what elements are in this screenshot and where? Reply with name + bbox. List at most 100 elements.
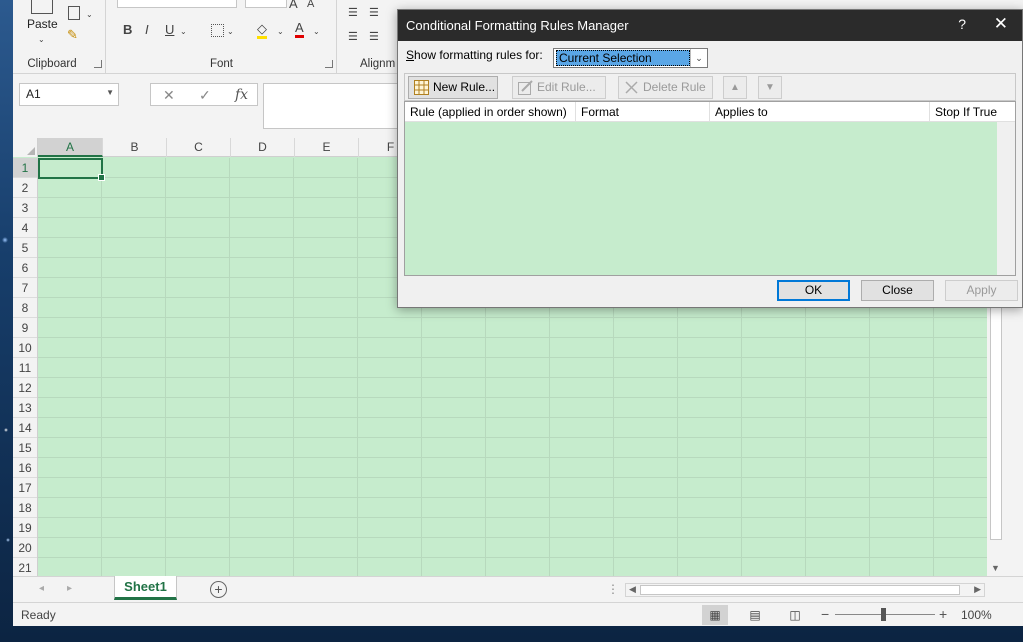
paste-dropdown-icon[interactable]: ⌄ [38, 33, 45, 47]
active-cell[interactable] [38, 158, 105, 181]
paste-icon[interactable] [31, 0, 53, 14]
row-header[interactable]: 19 [13, 518, 37, 538]
row-header[interactable]: 21 [13, 558, 37, 576]
row-header[interactable]: 18 [13, 498, 37, 518]
ok-button[interactable]: OK [777, 280, 850, 301]
add-sheet-icon[interactable]: + [210, 581, 227, 598]
align-center-icon[interactable]: ☰ [369, 30, 379, 44]
scroll-left-icon[interactable]: ◀ [629, 584, 636, 595]
enter-icon[interactable]: ✓ [199, 87, 211, 104]
horizontal-scrollbar[interactable]: ◀ ▶ [625, 583, 985, 597]
new-rule-button[interactable]: New Rule... [408, 76, 498, 99]
column-header-a[interactable]: A [38, 138, 103, 157]
column-header-c[interactable]: C [167, 138, 231, 157]
row-header[interactable]: 2 [13, 178, 37, 198]
scroll-right-icon[interactable]: ▶ [974, 584, 981, 595]
paste-label[interactable]: Paste [27, 17, 58, 31]
fill-dropdown-icon[interactable]: ⌄ [277, 25, 284, 39]
align-middle-icon[interactable]: ☰ [369, 6, 379, 20]
row-header[interactable]: 15 [13, 438, 37, 458]
row-header[interactable]: 12 [13, 378, 37, 398]
close-icon[interactable]: ✕ [994, 14, 1008, 34]
scroll-down-icon[interactable]: ▼ [991, 563, 1000, 573]
zoom-level[interactable]: 100% [961, 608, 992, 622]
vertical-scroll-thumb[interactable] [990, 304, 1002, 540]
chevron-down-icon[interactable]: ⌄ [690, 49, 707, 67]
column-header-b[interactable]: B [103, 138, 167, 157]
font-size-box[interactable] [245, 0, 287, 8]
dialog-title-bar[interactable]: Conditional Formatting Rules Manager ? ✕ [398, 10, 1022, 41]
row-header[interactable]: 4 [13, 218, 37, 238]
row-header[interactable]: 7 [13, 278, 37, 298]
row-header[interactable]: 14 [13, 418, 37, 438]
row-header[interactable]: 11 [13, 358, 37, 378]
row-header[interactable]: 20 [13, 538, 37, 558]
font-group: A A B I U ⌄ ⌄ ◇ ⌄ A ⌄ Font [107, 0, 337, 74]
row-header[interactable]: 8 [13, 298, 37, 318]
column-applies-to[interactable]: Applies to [710, 102, 930, 122]
move-down-icon[interactable]: ▼ [758, 76, 782, 99]
normal-view-icon[interactable]: ▦ [702, 605, 728, 625]
clipboard-launcher-icon[interactable] [94, 60, 102, 68]
font-name-box[interactable] [117, 0, 237, 8]
row-header[interactable]: 1 [13, 158, 37, 178]
insert-function-icon[interactable]: fx [235, 87, 248, 103]
sheet-tab-sheet1[interactable]: Sheet1 [114, 576, 177, 600]
zoom-in-icon[interactable]: + [939, 606, 947, 622]
column-header-d[interactable]: D [231, 138, 295, 157]
fill-color-icon[interactable]: ◇ [257, 22, 267, 39]
rules-table-scrollbar[interactable] [997, 122, 1015, 275]
next-sheet-icon[interactable]: ▸ [67, 583, 72, 594]
move-up-icon[interactable]: ▲ [723, 76, 747, 99]
borders-icon[interactable] [211, 24, 224, 37]
row-header[interactable]: 5 [13, 238, 37, 258]
font-launcher-icon[interactable] [325, 60, 333, 68]
page-layout-view-icon[interactable]: ▤ [742, 605, 768, 625]
borders-dropdown-icon[interactable]: ⌄ [227, 25, 234, 39]
close-button[interactable]: Close [861, 280, 934, 301]
row-header[interactable]: 16 [13, 458, 37, 478]
rules-table[interactable]: Rule (applied in order shown) Format App… [404, 101, 1016, 276]
column-rule[interactable]: Rule (applied in order shown) [405, 102, 576, 122]
vertical-scrollbar[interactable]: ▼ [987, 300, 1005, 576]
row-header[interactable]: 9 [13, 318, 37, 338]
font-color-icon[interactable]: A [295, 21, 304, 38]
copy-icon[interactable] [68, 6, 80, 20]
tab-split-handle-icon[interactable]: ⋮ [607, 582, 619, 596]
formula-input[interactable] [263, 83, 403, 129]
column-stop-if-true[interactable]: Stop If True [930, 102, 999, 122]
zoom-out-icon[interactable]: − [821, 606, 829, 622]
show-rules-label: Show formatting rules for: [406, 48, 543, 62]
column-header-e[interactable]: E [295, 138, 359, 157]
row-header[interactable]: 10 [13, 338, 37, 358]
delete-rule-button[interactable]: Delete Rule [618, 76, 713, 99]
help-icon[interactable]: ? [958, 16, 966, 32]
font-color-dropdown-icon[interactable]: ⌄ [313, 25, 320, 39]
decrease-font-icon[interactable]: A [307, 0, 314, 11]
row-header[interactable]: 3 [13, 198, 37, 218]
cancel-icon[interactable]: ✕ [163, 87, 175, 104]
copy-dropdown-icon[interactable]: ⌄ [86, 8, 93, 22]
row-header[interactable]: 6 [13, 258, 37, 278]
column-format[interactable]: Format [576, 102, 710, 122]
format-painter-icon[interactable]: ✎ [67, 28, 78, 42]
underline-dropdown-icon[interactable]: ⌄ [180, 25, 187, 39]
name-box-dropdown-icon[interactable]: ▼ [106, 88, 114, 97]
apply-button[interactable]: Apply [945, 280, 1018, 301]
name-box[interactable]: A1 ▼ [19, 83, 119, 106]
increase-font-icon[interactable]: A [289, 0, 298, 11]
align-top-icon[interactable]: ☰ [348, 6, 358, 20]
zoom-slider-thumb[interactable] [881, 608, 886, 621]
page-break-view-icon[interactable]: ◫ [782, 605, 808, 625]
bold-icon[interactable]: B [123, 23, 132, 37]
edit-rule-button[interactable]: Edit Rule... [512, 76, 606, 99]
underline-icon[interactable]: U [165, 23, 174, 37]
row-header[interactable]: 13 [13, 398, 37, 418]
show-rules-select[interactable]: Current Selection ⌄ [553, 48, 708, 68]
italic-icon[interactable]: I [145, 23, 149, 37]
horizontal-scroll-thumb[interactable] [640, 585, 960, 595]
align-left-icon[interactable]: ☰ [348, 30, 358, 44]
row-header[interactable]: 17 [13, 478, 37, 498]
select-all-button[interactable] [13, 138, 38, 157]
prev-sheet-icon[interactable]: ◂ [39, 583, 44, 594]
